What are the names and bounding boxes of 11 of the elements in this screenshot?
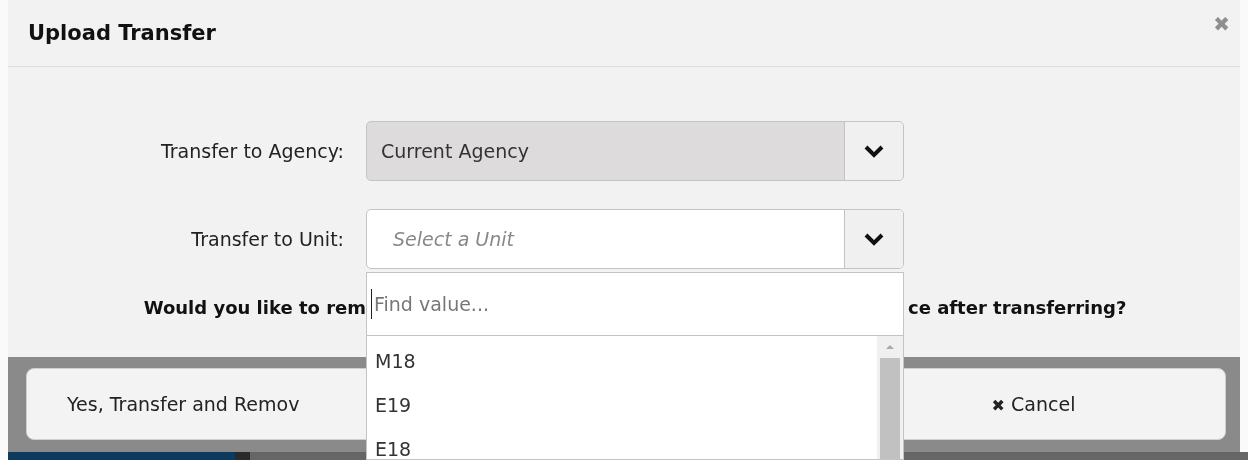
search-field[interactable]: Find value... <box>372 293 856 315</box>
question-text: ce after transferring? <box>907 297 1128 318</box>
dialog-title: Upload Transfer <box>28 21 216 45</box>
question-text: Would you like to rem <box>143 297 366 318</box>
scroll-up-icon[interactable] <box>885 344 895 350</box>
scrollbar[interactable] <box>877 336 903 459</box>
caret-icon <box>864 144 884 158</box>
field-label: Transfer to Unit: <box>190 228 344 250</box>
select-field[interactable]: Select a Unit <box>366 209 904 269</box>
caret-icon <box>864 232 884 246</box>
field-label: Transfer to Agency: <box>159 140 344 162</box>
